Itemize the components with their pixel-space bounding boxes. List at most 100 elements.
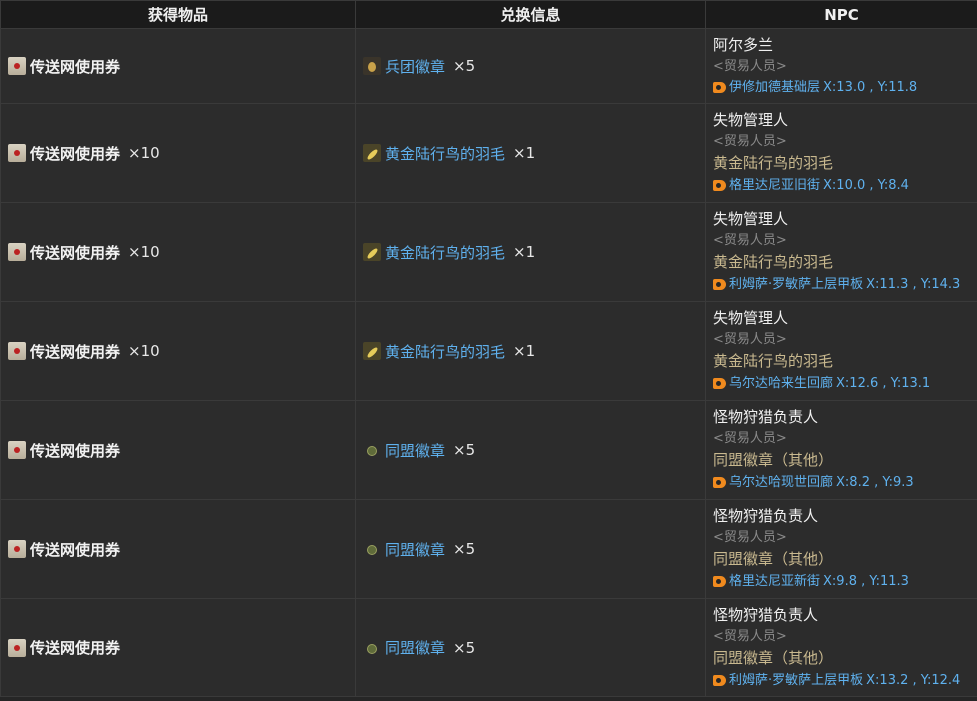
feather-icon (363, 243, 381, 261)
npc-cell: 阿尔多兰 <贸易人员> 伊修加德基础层 X:13.0 , Y:11.8 (705, 28, 977, 104)
exchange-item-link[interactable]: 黄金陆行鸟的羽毛 (385, 242, 505, 263)
npc-location[interactable]: 乌尔达哈来生回廊 X:12.6 , Y:13.1 (713, 373, 977, 394)
npc-location[interactable]: 乌尔达哈现世回廊 X:8.2 , Y:9.3 (713, 472, 977, 493)
obtained-item-cell: 传送网使用券 ×10 (0, 103, 356, 203)
location-coords[interactable]: X:10.0 , Y:8.4 (823, 175, 909, 196)
npc-shop[interactable]: 黄金陆行鸟的羽毛 (713, 350, 977, 373)
location-name[interactable]: 利姆萨·罗敏萨上层甲板 (729, 670, 863, 691)
ticket-icon (8, 638, 26, 657)
exchange-cell: 黄金陆行鸟的羽毛 ×1 (355, 103, 706, 203)
item-name: 传送网使用券 (30, 144, 121, 163)
exchange-cell: 同盟徽章 ×5 (355, 499, 706, 599)
npc-name: 怪物狩猎负责人 (713, 408, 819, 426)
npc-name: 失物管理人 (713, 210, 789, 228)
npc-shop[interactable]: 黄金陆行鸟的羽毛 (713, 251, 977, 274)
obtained-item-cell: 传送网使用券 (0, 499, 356, 599)
exchange-quantity: ×1 (513, 144, 536, 162)
obtained-item-cell: 传送网使用券 ×10 (0, 202, 356, 302)
npc-cell: 怪物狩猎负责人 <贸易人员> 同盟徽章（其他） 格里达尼亚新街 X:9.8 , … (705, 499, 977, 599)
npc-location[interactable]: 利姆萨·罗敏萨上层甲板 X:13.2 , Y:12.4 (713, 670, 977, 691)
exchange-item-link[interactable]: 兵团徽章 (385, 56, 445, 77)
exchange-item-link[interactable]: 同盟徽章 (385, 637, 445, 658)
npc-cell: 失物管理人 <贸易人员> 黄金陆行鸟的羽毛 乌尔达哈来生回廊 X:12.6 , … (705, 301, 977, 401)
location-name[interactable]: 格里达尼亚旧街 (729, 175, 820, 196)
header-obtained-item[interactable]: 获得物品 (0, 0, 356, 29)
item-name: 传送网使用券 (30, 639, 121, 657)
location-coords[interactable]: X:8.2 , Y:9.3 (836, 472, 914, 493)
item-name: 传送网使用券 (30, 243, 121, 262)
exchange-table: 获得物品 兑换信息 NPC 传送网使用券 兵团徽章 ×5 阿尔多兰 <贸易人员> (0, 0, 977, 697)
npc-shop[interactable]: 同盟徽章（其他） (713, 647, 977, 670)
table-row: 传送网使用券 兵团徽章 ×5 阿尔多兰 <贸易人员> 伊修加德基础层 X:13.… (0, 28, 977, 104)
npc-location[interactable]: 格里达尼亚旧街 X:10.0 , Y:8.4 (713, 175, 977, 196)
seal-icon (363, 638, 381, 657)
item-quantity: ×10 (128, 144, 160, 162)
npc-role: <贸易人员> (713, 332, 787, 347)
map-marker-icon (713, 576, 726, 587)
exchange-cell: 同盟徽章 ×5 (355, 400, 706, 500)
location-name[interactable]: 利姆萨·罗敏萨上层甲板 (729, 274, 863, 295)
npc-name: 失物管理人 (713, 309, 789, 327)
exchange-item-link[interactable]: 黄金陆行鸟的羽毛 (385, 143, 505, 164)
npc-location[interactable]: 格里达尼亚新街 X:9.8 , Y:11.3 (713, 571, 977, 592)
location-name[interactable]: 伊修加德基础层 (729, 77, 820, 98)
npc-cell: 怪物狩猎负责人 <贸易人员> 同盟徽章（其他） 利姆萨·罗敏萨上层甲板 X:13… (705, 598, 977, 697)
location-coords[interactable]: X:13.2 , Y:12.4 (866, 670, 960, 691)
npc-name: 阿尔多兰 (713, 35, 774, 54)
table-row: 传送网使用券 同盟徽章 ×5 怪物狩猎负责人 <贸易人员> 同盟徽章（其他） 乌… (0, 400, 977, 500)
location-coords[interactable]: X:11.3 , Y:14.3 (866, 274, 960, 295)
npc-role: <贸易人员> (713, 233, 787, 248)
npc-role: <贸易人员> (713, 530, 787, 545)
item-name: 传送网使用券 (30, 540, 121, 559)
location-name[interactable]: 乌尔达哈来生回廊 (729, 373, 833, 394)
table-row: 传送网使用券 同盟徽章 ×5 怪物狩猎负责人 <贸易人员> 同盟徽章（其他） 格… (0, 499, 977, 599)
npc-location[interactable]: 伊修加德基础层 X:13.0 , Y:11.8 (713, 77, 977, 98)
item-quantity: ×10 (128, 243, 160, 261)
exchange-quantity: ×5 (453, 57, 476, 75)
header-exchange-info[interactable]: 兑换信息 (355, 0, 706, 29)
exchange-quantity: ×1 (513, 342, 536, 360)
obtained-item-cell: 传送网使用券 (0, 28, 356, 104)
exchange-cell: 同盟徽章 ×5 (355, 598, 706, 697)
npc-shop[interactable]: 黄金陆行鸟的羽毛 (713, 152, 977, 175)
header-npc[interactable]: NPC (705, 0, 977, 29)
table-row: 传送网使用券 ×10 黄金陆行鸟的羽毛 ×1 失物管理人 <贸易人员> 黄金陆行鸟… (0, 301, 977, 401)
map-marker-icon (713, 279, 726, 290)
npc-name: 怪物狩猎负责人 (713, 605, 819, 624)
item-name: 传送网使用券 (30, 57, 121, 76)
npc-cell: 失物管理人 <贸易人员> 黄金陆行鸟的羽毛 格里达尼亚旧街 X:10.0 , Y… (705, 103, 977, 203)
npc-shop[interactable]: 同盟徽章（其他） (713, 449, 977, 472)
exchange-item-link[interactable]: 黄金陆行鸟的羽毛 (385, 341, 505, 362)
map-marker-icon (713, 180, 726, 191)
location-name[interactable]: 格里达尼亚新街 (729, 571, 820, 592)
item-quantity: ×10 (128, 342, 160, 360)
location-name[interactable]: 乌尔达哈现世回廊 (729, 472, 833, 493)
npc-shop[interactable]: 同盟徽章（其他） (713, 548, 977, 571)
item-name: 传送网使用券 (30, 441, 121, 460)
map-marker-icon (713, 81, 726, 93)
npc-cell: 怪物狩猎负责人 <贸易人员> 同盟徽章（其他） 乌尔达哈现世回廊 X:8.2 ,… (705, 400, 977, 500)
ticket-icon (8, 342, 26, 360)
npc-role: <贸易人员> (713, 628, 787, 644)
ticket-icon (8, 441, 26, 459)
location-coords[interactable]: X:9.8 , Y:11.3 (823, 571, 909, 592)
medal-icon (363, 57, 381, 75)
npc-name: 怪物狩猎负责人 (713, 507, 819, 525)
obtained-item-cell: 传送网使用券 ×10 (0, 301, 356, 401)
exchange-item-link[interactable]: 同盟徽章 (385, 440, 445, 461)
location-coords[interactable]: X:13.0 , Y:11.8 (823, 77, 917, 98)
item-name: 传送网使用券 (30, 342, 121, 361)
npc-location[interactable]: 利姆萨·罗敏萨上层甲板 X:11.3 , Y:14.3 (713, 274, 977, 295)
feather-icon (363, 342, 381, 360)
map-marker-icon (713, 674, 726, 686)
ticket-icon (8, 540, 26, 558)
location-coords[interactable]: X:12.6 , Y:13.1 (836, 373, 930, 394)
table-header-row: 获得物品 兑换信息 NPC (0, 0, 977, 29)
exchange-quantity: ×5 (453, 540, 476, 558)
npc-name: 失物管理人 (713, 111, 789, 129)
ticket-icon (8, 144, 26, 162)
table-row: 传送网使用券 ×10 黄金陆行鸟的羽毛 ×1 失物管理人 <贸易人员> 黄金陆行鸟… (0, 103, 977, 203)
obtained-item-cell: 传送网使用券 (0, 598, 356, 697)
exchange-item-link[interactable]: 同盟徽章 (385, 539, 445, 560)
exchange-cell: 兵团徽章 ×5 (355, 28, 706, 104)
